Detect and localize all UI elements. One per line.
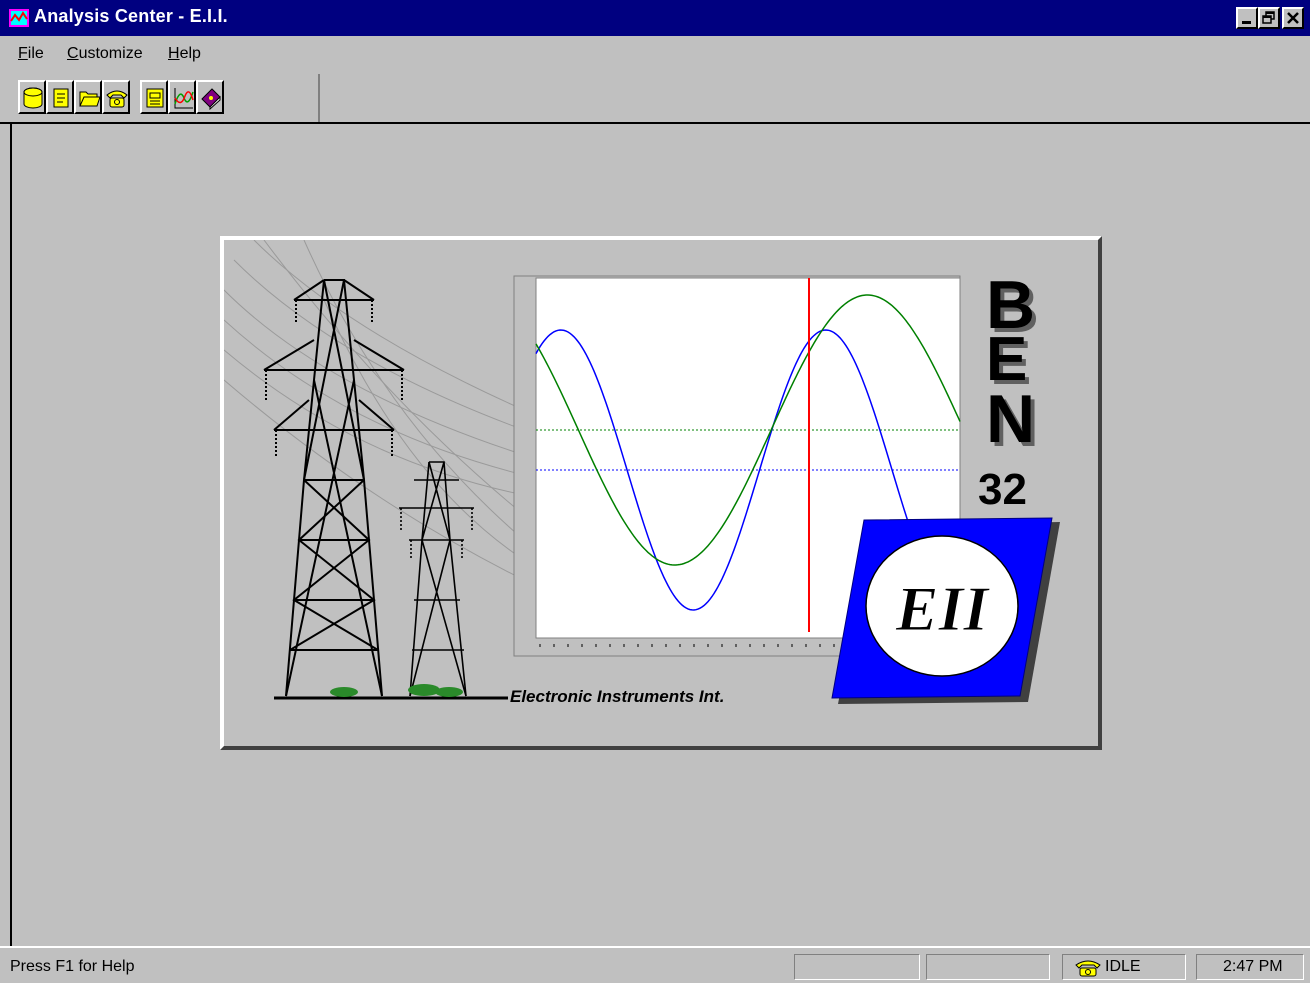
menu-file[interactable]: File (18, 45, 44, 63)
eii-logo: EII (831, 517, 1060, 704)
product-version: 32 (978, 465, 1027, 514)
new-document-icon (53, 88, 69, 108)
waveform-button[interactable] (168, 80, 196, 114)
phone-button[interactable] (102, 80, 130, 114)
telephone-icon (106, 90, 128, 108)
window-button[interactable] (140, 80, 168, 114)
status-panel-2 (926, 954, 1050, 980)
product-letter-n: N (986, 381, 1035, 457)
small-tower-illustration (399, 461, 474, 697)
modem-status-text: IDLE (1105, 958, 1141, 975)
menu-bar: File Customize Help (0, 38, 1310, 70)
book-button[interactable] (196, 80, 224, 114)
window-icon (146, 88, 164, 108)
open-folder-icon (79, 91, 101, 107)
window-title: Analysis Center - E.I.I. (34, 6, 228, 26)
minimize-icon (1242, 21, 1251, 24)
shrubs (330, 684, 463, 697)
new-document-button[interactable] (46, 80, 74, 114)
restore-button[interactable] (1258, 7, 1280, 29)
logo-text: EII (895, 573, 991, 644)
product-name: B B E E N N 32 (978, 267, 1039, 514)
title-bar: Analysis Center - E.I.I. (0, 0, 1310, 36)
large-tower-illustration (263, 279, 405, 697)
close-button[interactable] (1282, 7, 1304, 29)
database-icon (23, 87, 43, 109)
book-icon (201, 88, 221, 110)
modem-status-panel: IDLE (1062, 954, 1186, 980)
restore-icon (1262, 11, 1275, 24)
company-name: Electronic Instruments Int. (510, 687, 724, 706)
menu-help[interactable]: Help (168, 45, 201, 63)
toolbar (10, 74, 320, 122)
database-button[interactable] (18, 80, 46, 114)
app-icon[interactable] (8, 7, 30, 29)
splash-panel: B B E E N N 32 EII Electronic Instrument… (220, 236, 1102, 750)
minimize-button[interactable] (1236, 7, 1258, 29)
menu-customize[interactable]: Customize (67, 45, 143, 63)
waveform-icon (174, 88, 194, 109)
open-folder-button[interactable] (74, 80, 102, 114)
close-icon (1287, 12, 1299, 24)
transmission-lines (224, 240, 525, 581)
status-panel-1 (794, 954, 920, 980)
clock-text: 2:47 PM (1223, 958, 1283, 975)
status-bar: Press F1 for Help IDLE 2:47 PM (0, 946, 1310, 983)
help-hint: Press F1 for Help (10, 958, 135, 975)
splash-artwork: B B E E N N 32 EII Electronic Instrument… (224, 240, 1060, 706)
telephone-icon (1075, 960, 1101, 977)
clock-panel: 2:47 PM (1196, 954, 1304, 980)
